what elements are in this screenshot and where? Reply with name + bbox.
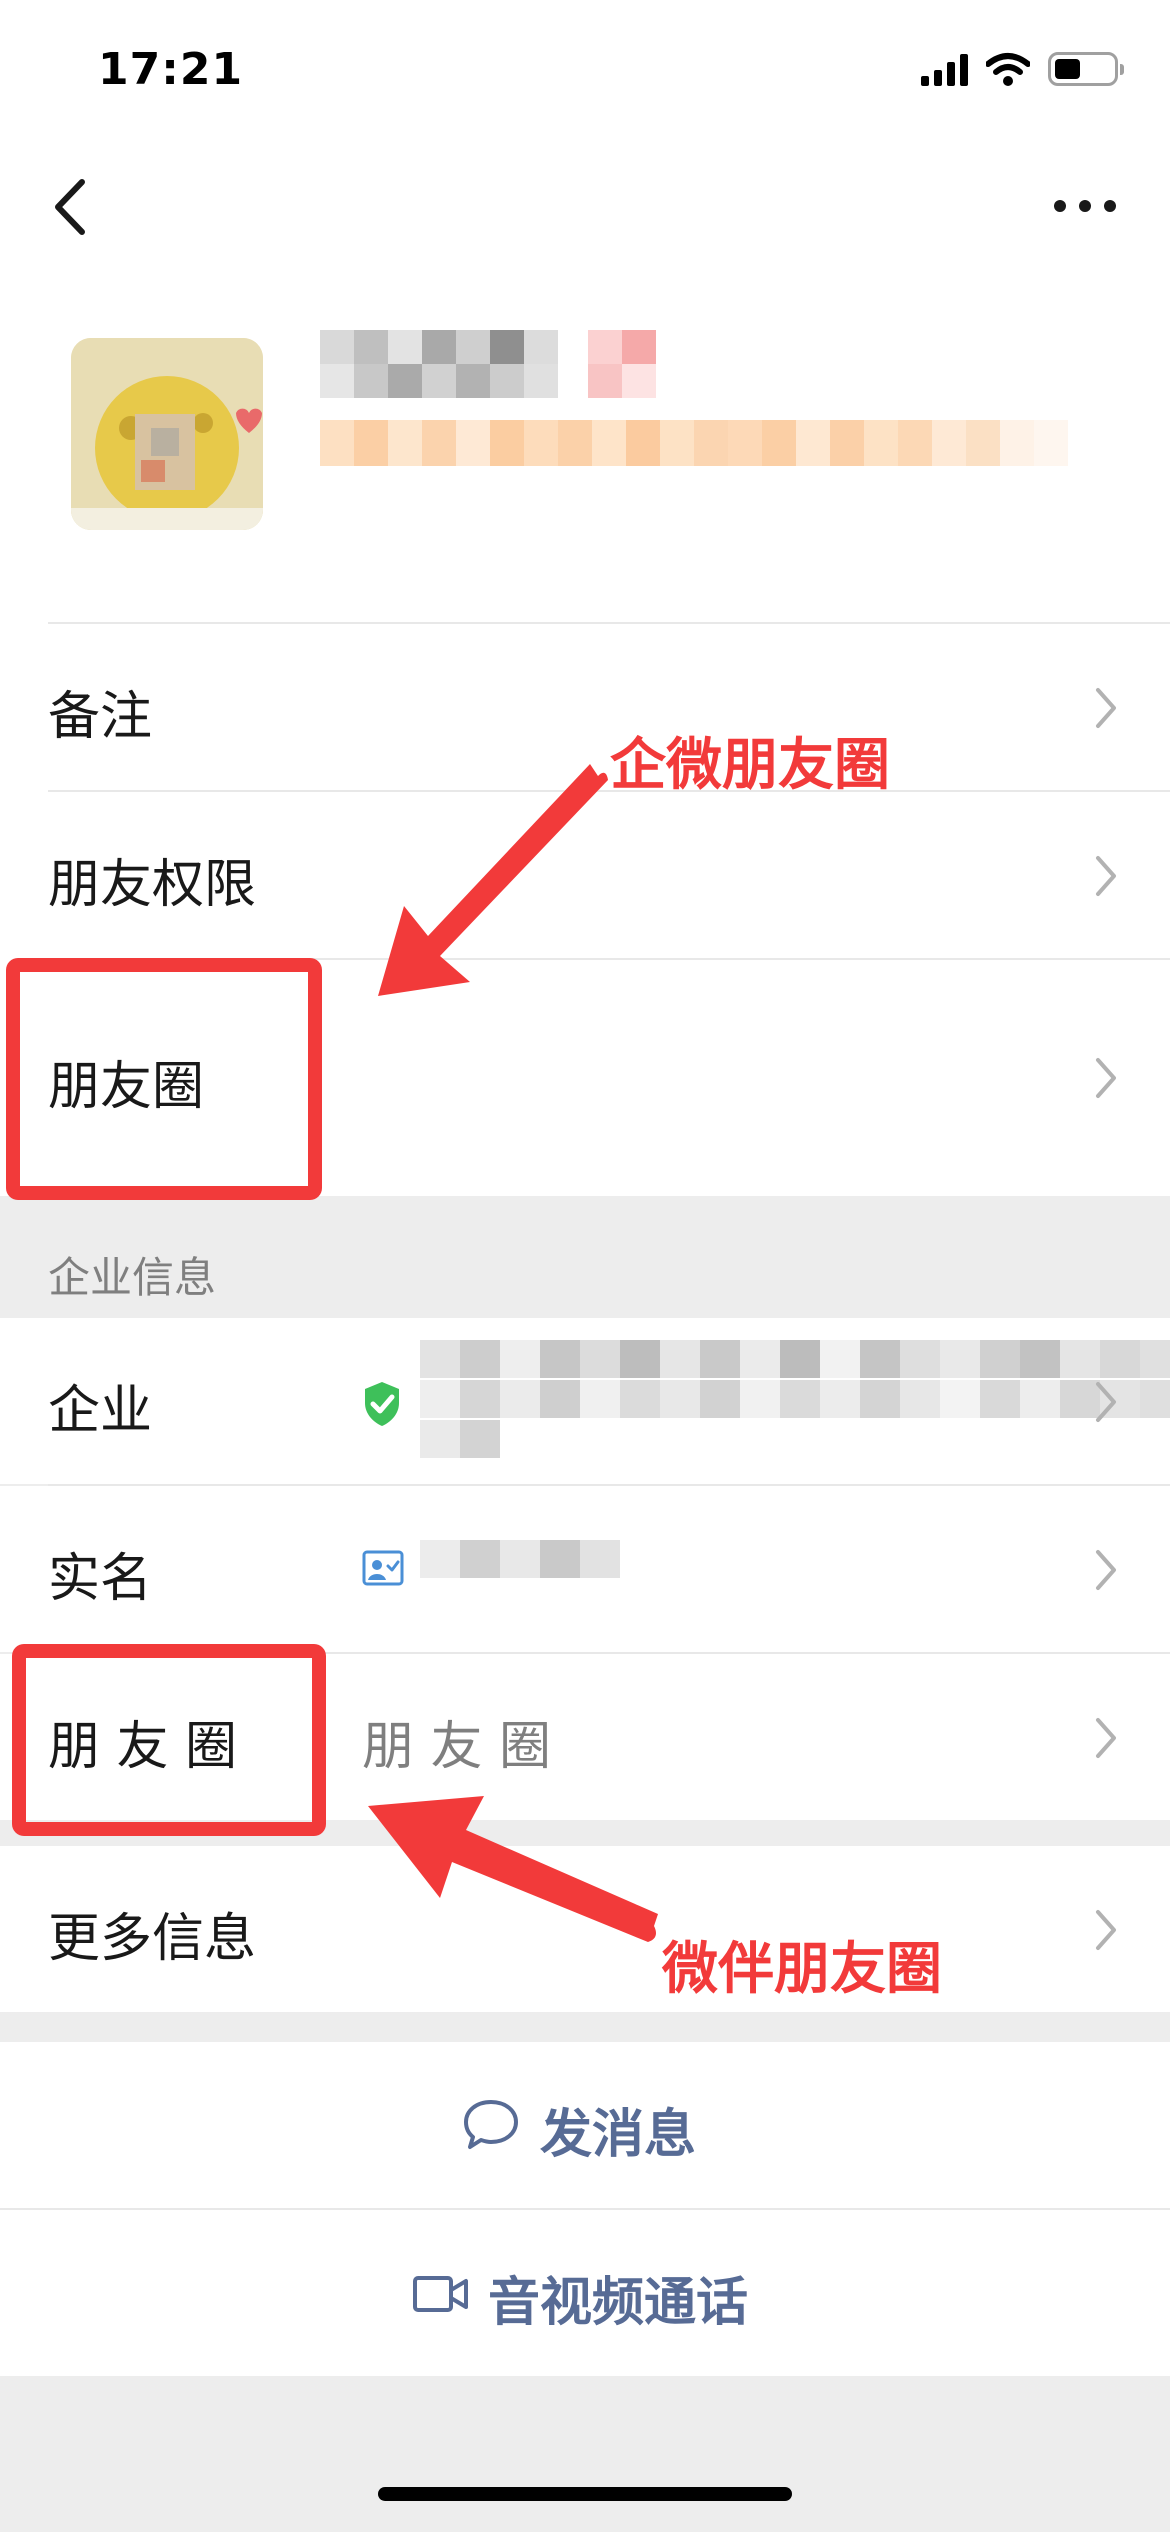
- verified-shield-icon: [365, 1382, 399, 1426]
- chat-bubble-icon: [464, 2100, 518, 2149]
- real-name-blurred: [420, 1540, 620, 1578]
- status-icons: [921, 52, 1124, 86]
- video-camera-icon: [413, 2276, 468, 2312]
- av-call-button[interactable]: 音视频通话: [0, 2210, 1170, 2376]
- av-call-label: 音视频通话: [488, 2273, 749, 2333]
- annotation-weiban-moments: 微伴朋友圈: [662, 1937, 942, 2002]
- chevron-right-icon: [1096, 856, 1116, 896]
- more-icon[interactable]: [1050, 186, 1120, 226]
- row-more-info-label: 更多信息: [48, 1909, 257, 1969]
- name-blurred: [320, 330, 656, 364]
- company-name-blurred: [420, 1340, 1170, 1378]
- row-remark-label: 备注: [48, 687, 153, 747]
- row-real-name-label: 实名: [48, 1549, 153, 1609]
- id-card-icon: [362, 1550, 404, 1586]
- row-company[interactable]: 企业: [0, 1318, 1170, 1484]
- name-blurred-2: [320, 364, 656, 398]
- annotation-qiwei-moments: 企微朋友圈: [610, 733, 890, 798]
- send-message-button[interactable]: 发消息: [0, 2042, 1170, 2208]
- row-friend-permission-label: 朋友权限: [48, 855, 257, 915]
- annotation-arrow-weiban: [368, 1796, 658, 1942]
- chevron-right-icon: [1096, 1058, 1116, 1098]
- chevron-right-icon: [1096, 688, 1116, 728]
- section-company-info: 企业信息: [48, 1253, 217, 1302]
- signature-blurred: [320, 420, 1068, 466]
- battery-icon: [1048, 52, 1124, 86]
- chevron-right-icon: [1096, 1550, 1116, 1590]
- row-company-label: 企业: [48, 1381, 153, 1441]
- company-name-blurred-2: [420, 1380, 1170, 1418]
- chevron-right-icon: [1096, 1382, 1116, 1422]
- chevron-right-icon: [1096, 1910, 1116, 1950]
- signal-icon: [921, 52, 968, 86]
- home-indicator: [378, 2487, 792, 2501]
- avatar-image: [71, 338, 263, 530]
- chevron-right-icon: [1096, 1718, 1116, 1758]
- row-weiban-moments-value: 朋 友 圈: [362, 1717, 552, 1777]
- back-icon[interactable]: [46, 174, 96, 240]
- highlight-box-weiban: [12, 1644, 326, 1836]
- wifi-icon: [986, 53, 1030, 86]
- avatar[interactable]: [71, 338, 263, 530]
- highlight-box-qiwei: [6, 958, 322, 1200]
- send-message-label: 发消息: [540, 2105, 697, 2165]
- row-real-name[interactable]: 实名: [0, 1486, 1170, 1652]
- company-name-blurred-3: [420, 1420, 500, 1458]
- annotation-arrow-qiwei: [378, 764, 608, 996]
- status-time: 17:21: [98, 44, 244, 95]
